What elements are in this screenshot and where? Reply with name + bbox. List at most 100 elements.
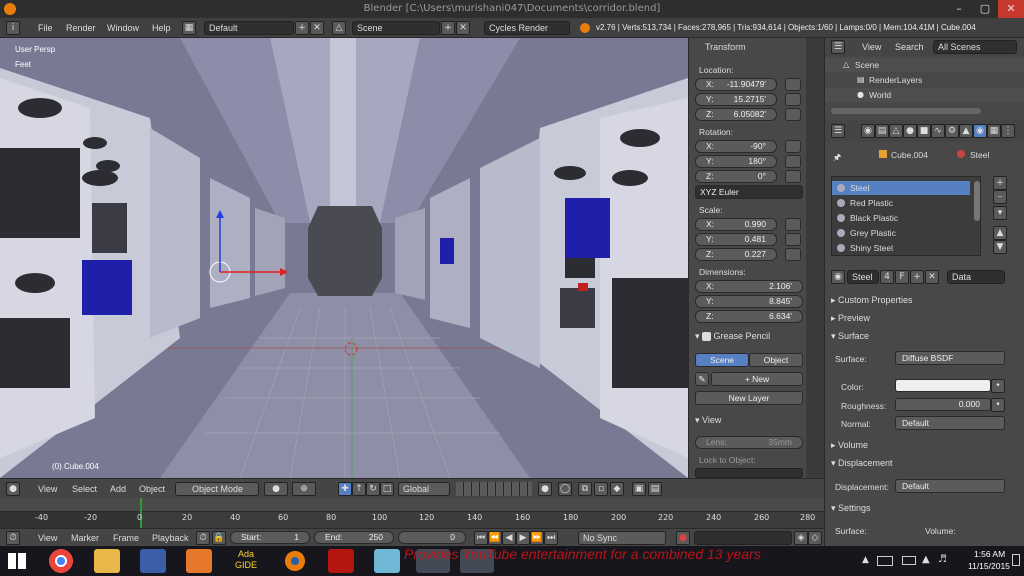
tab-material-icon[interactable]: ◉ — [973, 124, 987, 138]
rotation-z-field[interactable]: Z: 0° — [695, 170, 777, 183]
material-slot[interactable]: Red Plastic — [832, 196, 970, 210]
scale-z-field[interactable]: Z: 0.227 — [695, 248, 777, 261]
material-slot[interactable]: Shiny Steel — [832, 241, 970, 255]
record-button[interactable]: ● — [676, 531, 690, 545]
dimension-x-field[interactable]: X: 2.106' — [695, 280, 803, 293]
next-keyframe-button[interactable]: ⏩ — [530, 531, 544, 545]
vp-menu-object[interactable]: Object — [139, 479, 165, 499]
normal-select[interactable]: Default — [895, 416, 1005, 430]
menu-file[interactable]: File — [38, 18, 53, 38]
lock-to-object-field[interactable] — [695, 468, 803, 478]
layer-buttons[interactable] — [456, 482, 532, 496]
rotate-icon[interactable]: ↻ — [366, 482, 380, 496]
tl-menu-frame[interactable]: Frame — [113, 529, 139, 547]
layout-remove-button[interactable]: ✕ — [310, 21, 324, 35]
vp-menu-view[interactable]: View — [38, 479, 57, 499]
menu-help[interactable]: Help — [152, 18, 171, 38]
close-button[interactable]: ✕ — [998, 0, 1024, 18]
info-editor-icon[interactable]: i — [6, 21, 20, 35]
editor-type-icon[interactable]: ● — [6, 482, 20, 496]
slot-list-scrollbar[interactable] — [974, 181, 980, 221]
orientation-select[interactable]: Global — [398, 482, 450, 496]
tab-texture-icon[interactable]: ▦ — [987, 124, 1001, 138]
material-users-count[interactable]: 4 — [880, 270, 894, 284]
clock-date[interactable]: 11/15/2015 — [968, 561, 1010, 571]
tab-scene-icon[interactable]: △ — [889, 124, 903, 138]
start-frame-field[interactable]: Start: 1 — [230, 531, 310, 544]
acrobat-icon[interactable] — [328, 549, 354, 573]
material-unlink-button[interactable]: ✕ — [925, 270, 939, 284]
location-y-lock-icon[interactable] — [785, 93, 801, 106]
outliner-editor-icon[interactable]: ☰ — [831, 40, 845, 54]
tab-object-icon[interactable]: ■ — [917, 124, 931, 138]
jump-start-button[interactable]: ⏮ — [474, 531, 488, 545]
slot-specials-button[interactable]: ▾ — [993, 206, 1007, 220]
location-z-field[interactable]: Z: 6.05082' — [695, 108, 777, 121]
media-player-icon[interactable] — [186, 549, 212, 573]
clock-time[interactable]: 1:56 AM — [974, 549, 1005, 559]
preview-range-icon[interactable]: ⏱ — [196, 531, 210, 545]
keyboard-icon[interactable] — [877, 556, 893, 566]
outliner-scrollbar[interactable] — [831, 108, 981, 114]
notifications-icon[interactable] — [1012, 554, 1020, 566]
jump-end-button[interactable]: ⏭ — [544, 531, 558, 545]
tab-constraints-icon[interactable]: ∿ — [931, 124, 945, 138]
grease-pencil-icon[interactable]: ✎ — [695, 372, 709, 386]
tab-data-icon[interactable]: ▲ — [959, 124, 973, 138]
dimension-z-field[interactable]: Z: 6.634' — [695, 310, 803, 323]
snap-element-icon[interactable]: ▫ — [594, 482, 608, 496]
scale-x-field[interactable]: X: 0.990 — [695, 218, 777, 231]
play-button[interactable]: ▶ — [516, 531, 530, 545]
fake-user-button[interactable]: F — [895, 270, 909, 284]
surface-shader-select[interactable]: Diffuse BSDF — [895, 351, 1005, 365]
grease-new-layer-button[interactable]: New Layer — [695, 391, 803, 405]
custom-properties-panel[interactable]: ▸ Custom Properties — [831, 295, 913, 306]
tl-menu-view[interactable]: View — [38, 529, 57, 547]
tab-modifiers-icon[interactable]: ⚙ — [945, 124, 959, 138]
pin-icon[interactable]: 🖈 — [833, 150, 841, 166]
color-link-button[interactable]: • — [991, 379, 1005, 393]
mode-select[interactable]: Object Mode — [175, 482, 259, 496]
keying-set-field[interactable] — [694, 531, 792, 545]
location-x-lock-icon[interactable] — [785, 78, 801, 91]
settings-panel[interactable]: ▾ Settings — [831, 503, 871, 514]
material-slot[interactable]: Steel — [832, 181, 970, 195]
render-engine-select[interactable]: Cycles Render — [484, 21, 570, 35]
slot-down-button[interactable]: ▼ — [993, 240, 1007, 254]
location-x-field[interactable]: X: -11.90479' — [695, 78, 777, 91]
battery-icon[interactable] — [902, 556, 916, 565]
rotation-mode-select[interactable]: XYZ Euler — [695, 185, 803, 199]
surface-panel[interactable]: ▾ Surface — [831, 331, 869, 342]
rotation-x-field[interactable]: X: -90° — [695, 140, 777, 153]
lens-field[interactable]: Lens: 35mm — [695, 436, 803, 449]
layout-icon[interactable]: ▦ — [182, 21, 196, 35]
tab-particles-icon[interactable]: ⋮ — [1001, 124, 1015, 138]
maximize-button[interactable]: ▢ — [972, 0, 998, 18]
snap-toggle-icon[interactable]: ⧉ — [578, 482, 592, 496]
lock-layer-icon[interactable]: ● — [538, 482, 552, 496]
menu-window[interactable]: Window — [107, 18, 139, 38]
3d-viewport[interactable]: User Persp Feet (0) Cube.004 — [0, 38, 688, 478]
material-link-select[interactable]: Data — [947, 270, 1005, 284]
slot-up-button[interactable]: ▲ — [993, 226, 1007, 240]
grease-object-tab[interactable]: Object — [749, 353, 803, 367]
outliner-row-world[interactable]: ● World — [825, 88, 1024, 102]
rotation-y-field[interactable]: Y: 180° — [695, 155, 777, 168]
shading-select-icon[interactable]: ● — [264, 482, 288, 496]
scale-x-lock-icon[interactable] — [785, 218, 801, 231]
rotation-y-lock-icon[interactable] — [785, 155, 801, 168]
rotation-x-lock-icon[interactable] — [785, 140, 801, 153]
lock-range-icon[interactable]: 🔒 — [212, 531, 226, 545]
grease-pencil-checkbox[interactable] — [702, 332, 712, 342]
outliner-menu-view[interactable]: View — [862, 38, 881, 56]
location-y-field[interactable]: Y: 15.2715' — [695, 93, 777, 106]
rotation-z-lock-icon[interactable] — [785, 170, 801, 183]
outliner-filter-select[interactable]: All Scenes — [933, 40, 1017, 54]
prev-keyframe-button[interactable]: ⏪ — [488, 531, 502, 545]
timeline[interactable]: -40 -20 0 20 40 60 80 100 120 140 160 18… — [0, 498, 824, 528]
tab-render-icon[interactable]: ◉ — [861, 124, 875, 138]
tab-world-icon[interactable]: ● — [903, 124, 917, 138]
grease-pencil-panel-title[interactable]: ▾ Grease Pencil — [695, 331, 770, 342]
scale-z-lock-icon[interactable] — [785, 248, 801, 261]
blender-taskbar-icon[interactable] — [282, 549, 308, 573]
